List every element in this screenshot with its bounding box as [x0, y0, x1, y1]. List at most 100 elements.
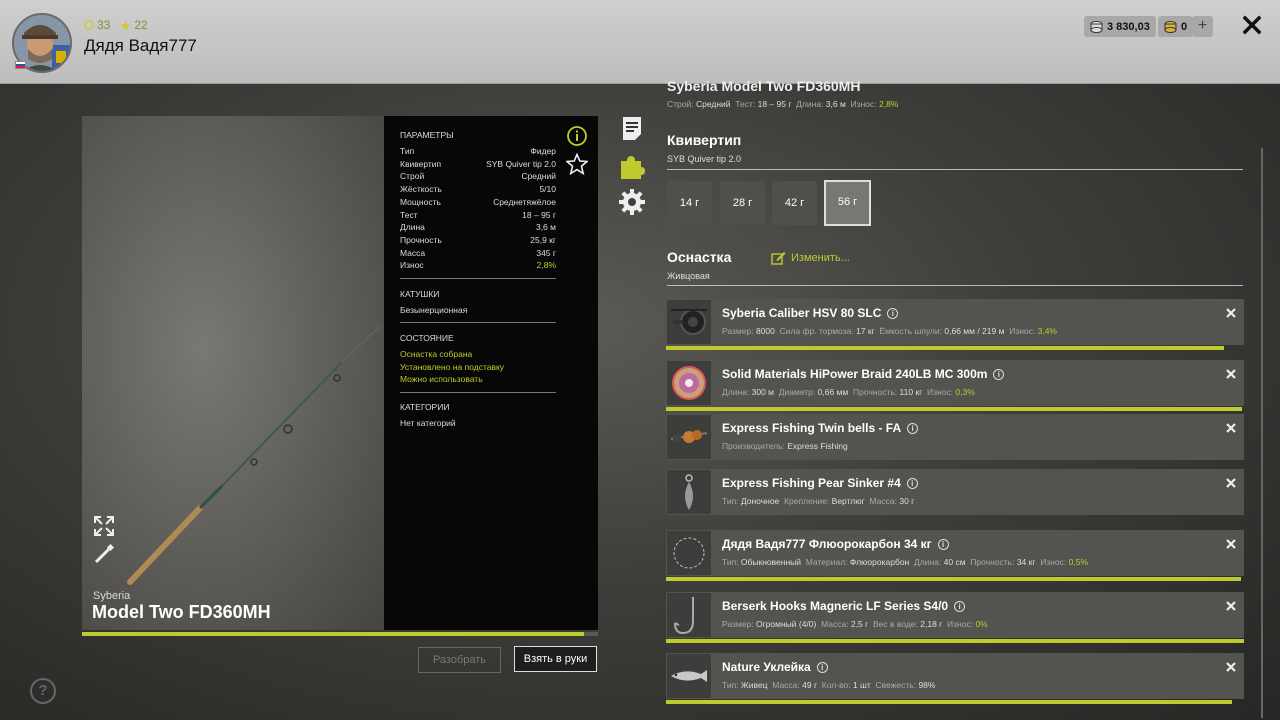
rig-item-name: Дядя Вадя777 Флюорокарбон 34 кг i	[722, 537, 949, 551]
take-in-hands-button[interactable]: Взять в руки	[514, 646, 597, 672]
remove-item-icon[interactable]	[1226, 659, 1236, 672]
gold-coins-icon	[1164, 20, 1177, 33]
quiver-tip-option[interactable]: 28 г	[720, 181, 765, 225]
meta-value: Вертлюг	[831, 496, 865, 506]
parameter-value: 25,9 кг	[530, 234, 556, 245]
meta-value: 1 шт	[852, 680, 871, 690]
rig-item[interactable]: Express Fishing Pear Sinker #4 i Тип: Доно…	[666, 469, 1244, 515]
rig-item-title: Express Fishing Pear Sinker #4	[722, 476, 901, 490]
remove-item-icon[interactable]	[1226, 536, 1236, 549]
item-info-icon[interactable]: i	[887, 307, 899, 319]
parameter-key: Тип	[400, 146, 415, 156]
rig-item[interactable]: Berserk Hooks Magneric LF Series S4/0 i Ра…	[666, 592, 1244, 638]
rig-item-name: Berserk Hooks Magneric LF Series S4/0 i	[722, 599, 966, 613]
meta-value: 2,18 г	[920, 619, 943, 629]
remove-item-icon[interactable]	[1226, 305, 1236, 318]
meta-label: Тип:	[722, 557, 739, 567]
rig-item-name: Syberia Caliber HSV 80 SLC i	[722, 306, 899, 320]
rig-item-title: Express Fishing Twin bells - FA	[722, 421, 902, 435]
rig-tab-puzzle-icon[interactable]	[618, 152, 646, 180]
parameter-key: Мощность	[400, 196, 441, 207]
reels-section: КАТУШКИ Безынерционная	[400, 289, 556, 317]
info-icon[interactable]	[566, 125, 588, 147]
quiver-tip-option-selected[interactable]: 56 г	[824, 180, 871, 226]
parameter-row: Длина 3,6 м	[400, 221, 556, 234]
help-icon[interactable]: ?	[30, 678, 56, 704]
parameter-key: Жёсткость	[400, 184, 442, 195]
meta-value: 0,66 мм	[817, 387, 849, 397]
meta-value: Обыкновенный	[740, 557, 802, 567]
quiver-tip-option[interactable]: 42 г	[772, 181, 817, 225]
remove-item-icon[interactable]	[1226, 475, 1236, 488]
item-info-icon[interactable]: i	[907, 422, 919, 434]
rig-item[interactable]: Solid Materials HiPower Braid 240LB MC 3…	[666, 360, 1244, 406]
gold-value: 0	[1181, 20, 1188, 33]
remove-item-icon[interactable]	[1226, 420, 1236, 433]
favorite-star-icon[interactable]	[564, 152, 590, 176]
rig-item-title: Syberia Caliber HSV 80 SLC	[722, 306, 882, 320]
meta-label: Масса:	[821, 619, 849, 629]
gold-balance[interactable]: 0	[1158, 16, 1194, 37]
silver-balance[interactable]: 3 830,03	[1084, 16, 1156, 37]
item-info-icon[interactable]: i	[937, 538, 949, 550]
item-info-icon[interactable]: i	[993, 368, 1005, 380]
level-value: 33	[97, 18, 111, 32]
item-condition-bar	[666, 700, 1232, 704]
meta-value: Express Fishing	[787, 441, 848, 451]
fullscreen-icon[interactable]	[93, 515, 115, 537]
rod-assembly-icon[interactable]	[93, 543, 115, 565]
meta-value: 300 м	[751, 387, 775, 397]
categories-value: Нет категорий	[400, 418, 456, 428]
parameter-key: Масса	[400, 247, 426, 258]
change-rig-button[interactable]: Изменить...	[771, 251, 850, 265]
rig-item[interactable]: Syberia Caliber HSV 80 SLC i Размер: 8000 …	[666, 299, 1244, 345]
scrollbar[interactable]	[1261, 148, 1263, 718]
divider	[400, 278, 556, 279]
meta-label: Масса:	[869, 496, 897, 506]
parameter-value: Среднетяжёлое	[493, 196, 556, 207]
divider	[667, 285, 1243, 286]
rig-item[interactable]: Дядя Вадя777 Флюорокарбон 34 кг i Тип: Обы…	[666, 530, 1244, 576]
rig-item[interactable]: Nature Уклейка i Тип: Живец Масса: 49 г Ко…	[666, 653, 1244, 699]
meta-label: Износ:	[1009, 326, 1036, 336]
add-gold-button[interactable]: +	[1192, 16, 1213, 37]
meta-value: Флюорокарбон	[849, 557, 910, 567]
meta-label: Прочность:	[852, 387, 898, 397]
item-info-icon[interactable]: i	[816, 661, 828, 673]
item-condition-bar	[666, 639, 1244, 643]
reels-value: Безынерционная	[400, 305, 468, 315]
parameter-row: Прочность 25,9 кг	[400, 234, 556, 247]
close-icon[interactable]	[1240, 13, 1264, 37]
parameter-value: 3,6 м	[535, 222, 556, 233]
rod-condition-fill	[82, 632, 584, 636]
bells-icon	[667, 415, 711, 459]
sinker-icon	[667, 470, 711, 514]
meta-label: Износ:	[926, 387, 954, 397]
parameters-title: ПАРАМЕТРЫ	[400, 130, 454, 140]
meta-value: 34 кг	[1016, 557, 1036, 567]
remove-item-icon[interactable]	[1226, 598, 1236, 611]
parameter-value: SYB Quiver tip 2.0	[486, 158, 556, 169]
rod-title: Syberia Model Two FD360MH	[667, 78, 861, 94]
leader-icon	[667, 531, 711, 575]
disassemble-button[interactable]: Разобрать	[418, 647, 501, 673]
parameter-key: Прочность	[400, 234, 442, 245]
rig-item[interactable]: Express Fishing Twin bells - FA i Производ…	[666, 414, 1244, 460]
description-tab-icon[interactable]	[618, 114, 646, 142]
rig-item-name: Nature Уклейка i	[722, 660, 828, 674]
state-section: СОСТОЯНИЕ Оснастка собрана Установлено н…	[400, 333, 556, 386]
remove-item-icon[interactable]	[1226, 366, 1236, 379]
parameter-row: Мощность Среднетяжёлое	[400, 196, 556, 209]
parameters-section: ПАРАМЕТРЫ Тип Фидер Квивертип SYB Quiver ti…	[400, 130, 556, 272]
parameter-value: 345 г	[536, 247, 556, 258]
rig-item-name: Express Fishing Pear Sinker #4 i	[722, 476, 918, 490]
quiver-tip-option[interactable]: 14 г	[667, 181, 712, 225]
state-title: СОСТОЯНИЕ	[400, 333, 454, 343]
meta-label: Вес в воде:	[872, 619, 918, 629]
item-info-icon[interactable]: i	[906, 477, 918, 489]
settings-gear-icon[interactable]	[618, 188, 646, 216]
rig-item-title: Nature Уклейка	[722, 660, 811, 674]
item-info-icon[interactable]: i	[954, 600, 966, 612]
parameter-key: Квивертип	[400, 158, 442, 169]
meta-value: Доночное	[740, 496, 780, 506]
